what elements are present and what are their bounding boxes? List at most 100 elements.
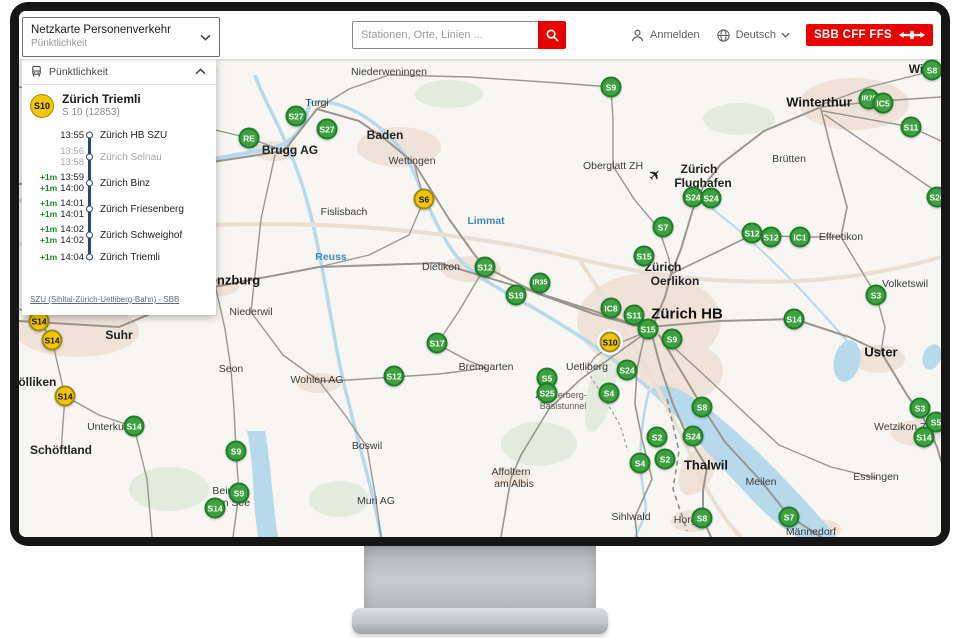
monitor-frame: NiederweningenTurgiBadenBrugg AGWettinge…: [10, 2, 950, 546]
monitor-stand-neck: [364, 540, 596, 612]
panel-footer: SZU (Sihltal-Zürich-Uetliberg-Bahn) - SB…: [22, 284, 216, 315]
layer-dropdown-label: Netzkarte Personenverkehr: [31, 24, 171, 37]
panel-title: Pünktlichkeit: [49, 66, 108, 78]
stop-row[interactable]: +1m14:01+1m14:01 Zürich Friesenberg: [22, 196, 216, 222]
stop-time: 14:01: [60, 209, 84, 220]
map-badge-s15[interactable]: S15: [638, 319, 659, 340]
delay-value: +1m: [40, 252, 57, 263]
map-badge-s24[interactable]: S24: [701, 188, 722, 209]
map-badge-s9[interactable]: S9: [226, 441, 247, 462]
stop-row[interactable]: 13:55 Zürich HB SZU: [22, 126, 216, 144]
delay-value: +1m: [40, 198, 57, 209]
map-badge-s15[interactable]: S15: [634, 246, 655, 267]
timeline-node: [86, 154, 93, 161]
stop-list: 13:55 Zürich HB SZU 13:5613:58Zürich Selna…: [22, 124, 216, 270]
map-badge-ir35[interactable]: IR35: [530, 273, 551, 294]
map-badge-ic5[interactable]: IC5: [873, 93, 894, 114]
map-badge-s9[interactable]: S9: [662, 329, 683, 350]
stop-time: 13:59: [60, 172, 84, 183]
map-badge-ic1[interactable]: IC1: [790, 227, 811, 248]
map-badge-s10[interactable]: S10: [600, 332, 621, 353]
map-badge-s3[interactable]: S3: [866, 285, 887, 306]
map-badge-s7[interactable]: S7: [779, 507, 800, 528]
operator-link[interactable]: SZU (Sihltal-Zürich-Uetliberg-Bahn) - SB…: [30, 295, 179, 304]
layer-dropdown-sublabel: Pünktlichkeit: [31, 38, 171, 50]
search-input[interactable]: [352, 21, 538, 49]
language-button[interactable]: Deutsch: [716, 28, 790, 43]
map-badge-s2[interactable]: S2: [647, 427, 668, 448]
map-badge-s11[interactable]: S11: [901, 117, 922, 138]
map-badge-s9[interactable]: S9: [229, 483, 250, 504]
topbar: Netzkarte Personenverkehr Pünktlichkeit: [19, 11, 941, 59]
delay-value: +1m: [40, 209, 57, 220]
sbb-logo[interactable]: SBB CFF FFS: [806, 24, 933, 46]
map-badge-s14[interactable]: S14: [42, 330, 63, 351]
map-badge-s2[interactable]: S2: [655, 449, 676, 470]
login-button[interactable]: Anmelden: [630, 28, 700, 43]
panel-collapse-button[interactable]: [193, 66, 208, 77]
map-badge-s12[interactable]: S12: [475, 257, 496, 278]
timeline-node: [86, 180, 93, 187]
timeline-node: [86, 232, 93, 239]
map-badge-s12[interactable]: S12: [384, 366, 405, 387]
stop-time: 14:04: [60, 252, 84, 263]
map-badge-s7[interactable]: S7: [653, 217, 674, 238]
train-name: Zürich Triemli: [62, 92, 141, 106]
train-line-badge: S10: [30, 94, 54, 118]
stop-name: Zürich Friesenberg: [100, 204, 184, 215]
map-badge-ic8[interactable]: IC8: [601, 298, 622, 319]
map-badge-s27[interactable]: S27: [286, 106, 307, 127]
stop-time: 13:55: [60, 130, 84, 141]
delay-value: +1m: [40, 172, 57, 183]
map-badge-s14[interactable]: S14: [784, 309, 805, 330]
map-badge-s8[interactable]: S8: [692, 397, 713, 418]
chevron-up-icon: [195, 68, 206, 75]
train-header: S10 Zürich Triemli S 10 (12853): [22, 85, 216, 124]
timeline-node: [86, 206, 93, 213]
topbar-right: Anmelden Deutsch SBB CFF FFS: [630, 11, 933, 59]
map-badge-s24[interactable]: S24: [683, 426, 704, 447]
stop-row[interactable]: +1m13:59+1m14:00Zürich Binz: [22, 170, 216, 196]
map-badge-s4[interactable]: S4: [599, 383, 620, 404]
punctuality-panel: Pünktlichkeit S10 Zürich Triemli S 10 (1…: [22, 59, 216, 315]
stop-row[interactable]: +1m14:02+1m14:02Zürich Schweighof: [22, 222, 216, 248]
stop-name: Zürich HB SZU: [100, 130, 167, 141]
timeline-node: [86, 254, 93, 261]
map-badge-s27[interactable]: S27: [317, 119, 338, 140]
map-badge-s12[interactable]: S12: [742, 223, 763, 244]
screen: NiederweningenTurgiBadenBrugg AGWettinge…: [19, 11, 941, 537]
map-badge-s9[interactable]: S9: [601, 77, 622, 98]
search-button[interactable]: [538, 21, 566, 49]
train-number: S 10 (12853): [62, 107, 141, 119]
map-badge-s14[interactable]: S14: [914, 427, 935, 448]
stop-time: 14:02: [60, 224, 84, 235]
delay-value: +1m: [40, 183, 57, 194]
map-badge-s25[interactable]: S25: [537, 383, 558, 404]
map-badge-s4[interactable]: S4: [630, 453, 651, 474]
map-badge-re[interactable]: RE: [239, 128, 260, 149]
map-badge-s12[interactable]: S12: [761, 227, 782, 248]
stop-time: 14:01: [60, 198, 84, 209]
map-badge-s26[interactable]: S26: [927, 187, 942, 208]
sbb-logo-text: SBB CFF FFS: [814, 29, 892, 41]
stop-name: Zürich Selnau: [100, 152, 162, 163]
map-badge-s17[interactable]: S17: [427, 333, 448, 354]
stop-time: 14:02: [60, 235, 84, 246]
globe-icon: [716, 28, 731, 43]
delay-value: +1m: [40, 224, 57, 235]
map-badge-s24[interactable]: S24: [617, 360, 638, 381]
map-badge-s14[interactable]: S14: [55, 386, 76, 407]
map-badge-s14[interactable]: S14: [205, 498, 226, 519]
map-badge-s6[interactable]: S6: [414, 189, 435, 210]
train-icon: [30, 65, 43, 78]
map-badge-s8[interactable]: S8: [922, 60, 942, 81]
stop-row[interactable]: +1m14:04Zürich Triemli: [22, 248, 216, 266]
layer-dropdown[interactable]: Netzkarte Personenverkehr Pünktlichkeit: [22, 17, 220, 57]
map-badge-s14[interactable]: S14: [124, 416, 145, 437]
panel-header: Pünktlichkeit: [22, 59, 216, 85]
stop-row[interactable]: 13:5613:58Zürich Selnau: [22, 144, 216, 170]
user-icon: [630, 28, 645, 43]
map-badge-s8[interactable]: S8: [692, 508, 713, 529]
stop-name: Zürich Binz: [100, 178, 150, 189]
map-badge-s19[interactable]: S19: [506, 285, 527, 306]
